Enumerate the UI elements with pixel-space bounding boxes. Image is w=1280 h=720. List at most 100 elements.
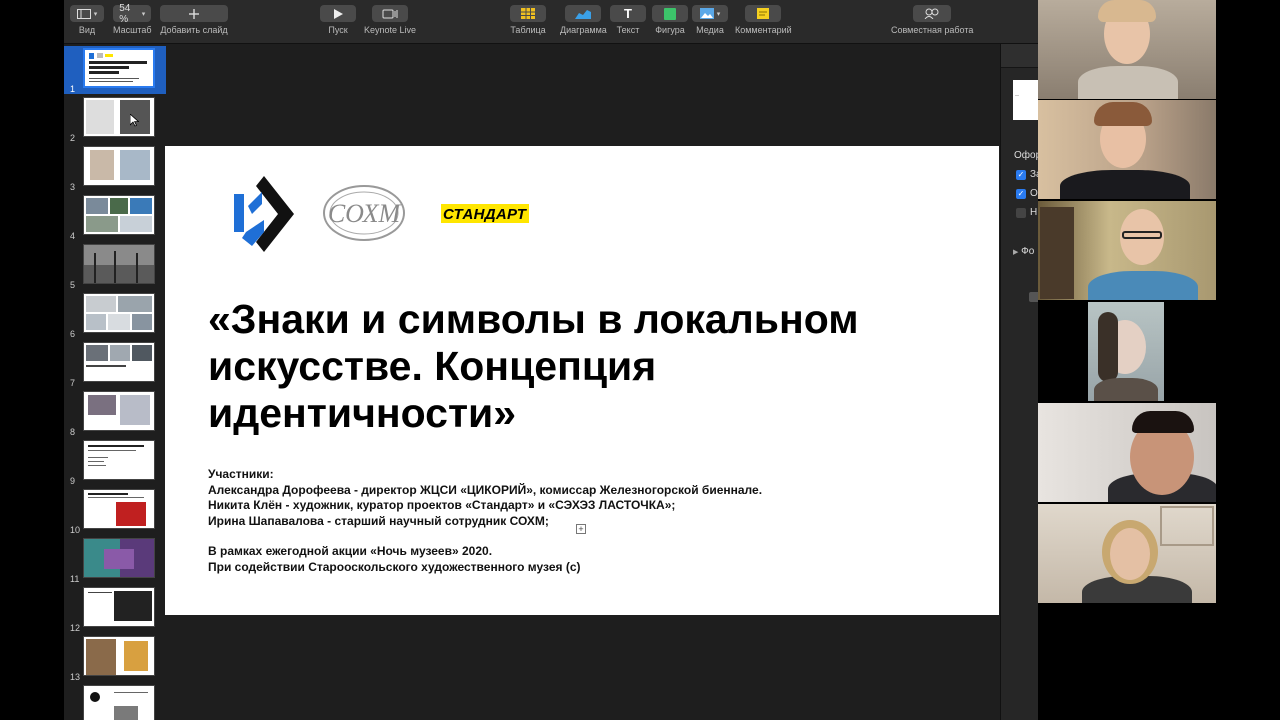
media-icon xyxy=(699,8,714,19)
svg-text:СОХМ: СОХМ xyxy=(328,199,402,228)
participant-line: Александра Дорофеева - директор ЖЦСИ «ЦИ… xyxy=(208,482,763,497)
video-tile-2[interactable] xyxy=(1038,100,1216,199)
inspector-disclosure[interactable]: ▶ Фо xyxy=(1013,246,1034,257)
slide-thumbnail-14[interactable]: 14 xyxy=(64,685,166,720)
slide-body-text: Участники: Александра Дорофеева - директ… xyxy=(208,467,968,575)
keynote-live-button[interactable]: Keynote Live xyxy=(364,5,416,35)
chevron-down-icon: ▾ xyxy=(716,10,721,18)
participants-heading: Участники: xyxy=(208,467,274,481)
checkbox-1[interactable]: ✓ xyxy=(1016,170,1026,180)
participant-line: Никита Клён - художник, куратор проектов… xyxy=(208,498,676,512)
left-black-border xyxy=(0,0,64,720)
slide-thumbnail-11[interactable]: 11 xyxy=(64,538,166,584)
collaborate-icon xyxy=(924,8,939,19)
chevron-down-icon: ▾ xyxy=(93,10,98,18)
add-slide-button[interactable]: Добавить слайд xyxy=(160,5,228,35)
table-button[interactable]: Таблица xyxy=(510,5,546,35)
slide-title-line: идентичности» xyxy=(208,390,517,436)
video-participants-strip xyxy=(1038,0,1216,720)
zoom-menu[interactable]: 54 % ▾ Масштаб xyxy=(113,2,152,36)
chart-icon xyxy=(575,10,592,19)
video-tile-4[interactable] xyxy=(1038,302,1216,401)
shape-icon xyxy=(664,7,676,20)
text-overflow-indicator[interactable]: + xyxy=(576,524,586,534)
inspector-section-2-label: Фо xyxy=(1021,246,1035,257)
slide-title-line: искусстве. Концепция xyxy=(208,343,657,389)
slide-number: 11 xyxy=(70,574,80,584)
standart-logo-text: СТАНДАРТ xyxy=(443,205,527,223)
view-icon xyxy=(76,8,91,19)
slide-thumbnail-4[interactable]: 4 xyxy=(64,195,166,241)
keynote-live-label: Keynote Live xyxy=(364,25,417,35)
slide-thumbnail-10[interactable]: 10 xyxy=(64,489,166,535)
chart-button[interactable]: Диаграмма xyxy=(560,5,607,35)
participant-line: Ирина Шапавалова - старший научный сотру… xyxy=(208,513,549,528)
media-button[interactable]: ▾ Медиа xyxy=(692,5,728,35)
comment-icon xyxy=(757,8,770,19)
video-tile-5[interactable] xyxy=(1038,403,1216,502)
slide-thumbnail-1[interactable]: 1 xyxy=(64,46,166,94)
text-label: Текст xyxy=(616,25,640,35)
slide-thumbnail-7[interactable]: 7 xyxy=(64,342,166,388)
event-line: В рамках ежегодной акции «Ночь музеев» 2… xyxy=(208,544,493,558)
slide-thumbnail-2[interactable]: 2 xyxy=(64,97,166,143)
support-line: При содействии Старооскольского художест… xyxy=(208,559,581,574)
play-label: Пуск xyxy=(328,25,348,35)
chevron-down-icon: ▾ xyxy=(141,10,146,18)
slide-thumbnail-6[interactable]: 6 xyxy=(64,293,166,339)
slide-title-line: «Знаки и символы в локальном xyxy=(208,296,859,342)
slide-title: «Знаки и символы в локальном искусстве. … xyxy=(208,296,968,437)
slide-number: 13 xyxy=(70,672,81,682)
slide-number: 3 xyxy=(70,182,76,192)
view-menu[interactable]: ▾ Вид xyxy=(70,5,104,35)
play-button[interactable]: Пуск xyxy=(320,5,356,35)
text-button[interactable]: T Текст xyxy=(610,5,646,35)
video-tile-6[interactable] xyxy=(1038,504,1216,603)
video-tile-3[interactable] xyxy=(1038,201,1216,300)
checkbox-2-label: О xyxy=(1030,188,1038,199)
keynote-live-icon xyxy=(382,9,398,18)
slide-thumbnail-9[interactable]: 9 xyxy=(64,440,166,486)
slide-number: 5 xyxy=(70,280,76,290)
video-tile-1[interactable] xyxy=(1038,0,1216,99)
slide-number: 12 xyxy=(70,623,81,633)
format-inspector: — Офор ✓ За ✓ О Н ▶ Фо xyxy=(1000,44,1043,720)
table-icon xyxy=(521,8,535,19)
slide-thumbnail-3[interactable]: 3 xyxy=(64,146,166,192)
slide-thumbnail-13[interactable]: 13 xyxy=(64,636,166,682)
inspector-tab-bar[interactable] xyxy=(1001,44,1039,68)
checkbox-3[interactable] xyxy=(1016,208,1026,218)
checkbox-3-label: Н xyxy=(1030,207,1038,218)
view-label: Вид xyxy=(78,25,96,35)
play-icon xyxy=(333,8,343,19)
checkbox-2[interactable]: ✓ xyxy=(1016,189,1026,199)
disclosure-triangle-icon: ▶ xyxy=(1013,249,1019,256)
slide-number: 1 xyxy=(70,84,76,94)
comment-button[interactable]: Комментарий xyxy=(735,5,792,35)
collaborate-button[interactable]: Совместная работа xyxy=(891,5,973,35)
zoom-value: 54 % xyxy=(119,2,131,25)
standart-logo: СТАНДАРТ xyxy=(441,202,529,226)
sokhm-museum-logo: СОХМ xyxy=(323,185,405,241)
slide-number: 7 xyxy=(70,378,76,388)
media-label: Медиа xyxy=(696,25,724,35)
toolbar: ▾ Вид 54 % ▾ Масштаб Добавить слайд Пуск… xyxy=(64,0,1038,44)
table-label: Таблица xyxy=(510,25,546,35)
slide-number: 9 xyxy=(70,476,76,486)
slide-number: 6 xyxy=(70,329,76,339)
comment-label: Комментарий xyxy=(735,25,792,35)
text-icon: T xyxy=(624,6,632,21)
shape-button[interactable]: Фигура xyxy=(652,5,688,35)
slide-thumbnail-8[interactable]: 8 xyxy=(64,391,166,437)
slide-number: 8 xyxy=(70,427,76,437)
slide-number: 4 xyxy=(70,231,76,241)
add-slide-label: Добавить слайд xyxy=(160,25,228,35)
right-black-border xyxy=(1216,0,1280,720)
zoom-label: Масштаб xyxy=(113,25,152,35)
current-slide[interactable]: СОХМ СТАНДАРТ «Знаки и символы в локальн… xyxy=(165,146,999,615)
chart-label: Диаграмма xyxy=(560,25,607,35)
mouse-cursor-icon xyxy=(130,114,139,127)
slide-thumbnail-12[interactable]: 12 xyxy=(64,587,166,633)
collaborate-label: Совместная работа xyxy=(891,25,974,35)
slide-thumbnail-5[interactable]: 5 xyxy=(64,244,166,290)
